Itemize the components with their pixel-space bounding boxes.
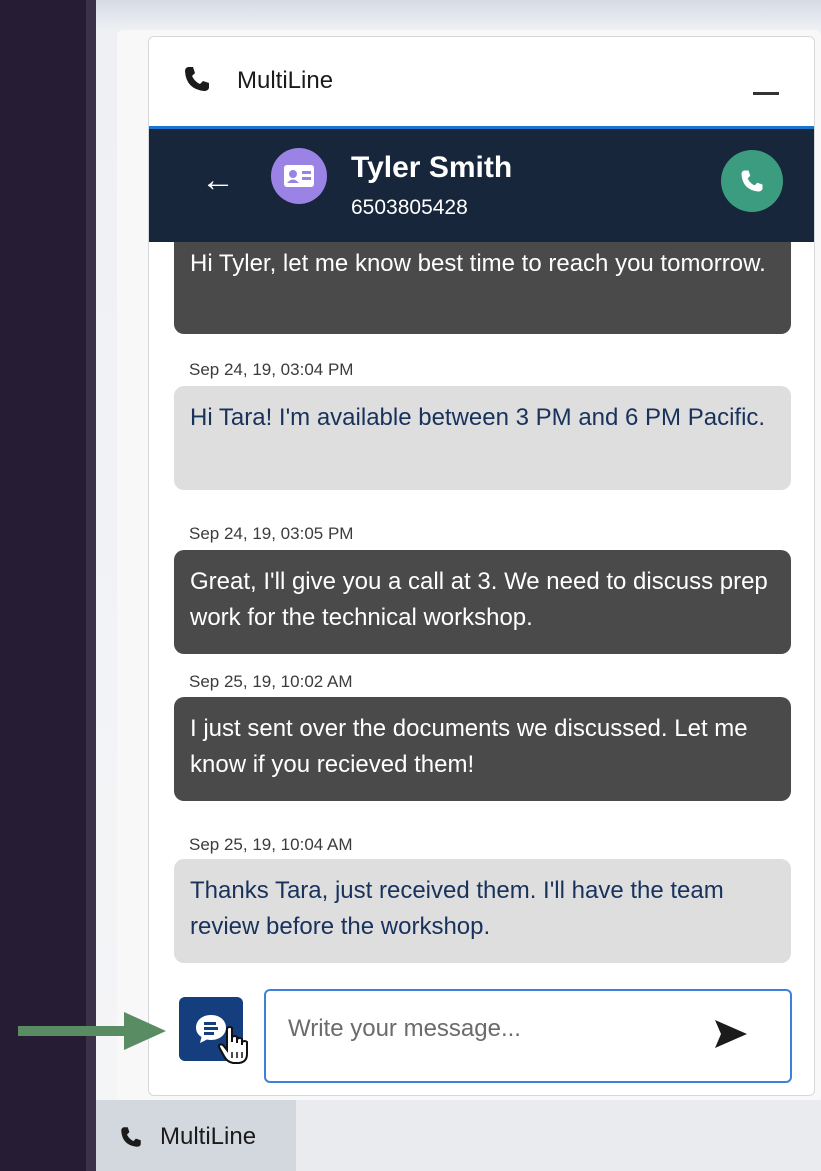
message-timestamp: Sep 25, 19, 10:02 AM — [189, 672, 353, 691]
panel-title: MultiLine — [237, 67, 334, 94]
message-thread[interactable]: Hi Tyler, let me know best time to reach… — [149, 242, 814, 972]
contact-phone-number: 6503805428 — [351, 196, 468, 219]
message-bubble: I just sent over the documents we discus… — [174, 697, 791, 801]
send-icon[interactable] — [711, 1016, 751, 1052]
message-composer — [264, 989, 792, 1083]
panel-header: MultiLine — [149, 37, 814, 127]
phone-icon — [741, 170, 763, 192]
message-bubble: Thanks Tara, just received them. I'll ha… — [174, 859, 791, 963]
message-timestamp: Sep 24, 19, 03:04 PM — [189, 360, 354, 379]
app-sidebar — [0, 0, 92, 1171]
message-input[interactable] — [288, 1009, 688, 1049]
hand-cursor-icon — [217, 1026, 248, 1064]
contact-name: Tyler Smith — [351, 151, 513, 184]
contact-card-icon — [271, 148, 327, 204]
sidebar-edge — [86, 0, 96, 1171]
message-bubble: Hi Tara! I'm available between 3 PM and … — [174, 386, 791, 490]
utility-bar-item-multiline[interactable]: MultiLine — [96, 1100, 296, 1171]
message-bubble: Hi Tyler, let me know best time to reach… — [174, 242, 791, 334]
utility-bar-label: MultiLine — [160, 1123, 257, 1150]
message-timestamp: Sep 24, 19, 03:05 PM — [189, 524, 354, 543]
message-bubble: Great, I'll give you a call at 3. We nee… — [174, 550, 791, 654]
message-timestamp: Sep 25, 19, 10:04 AM — [189, 835, 353, 854]
contact-header: ← Tyler Smith 6503805428 — [149, 126, 814, 242]
multiline-utility-panel: MultiLine ← Tyler Smith 6503805428 Hi Ty… — [148, 36, 815, 1096]
phone-icon — [185, 67, 209, 91]
utility-bar — [296, 1100, 821, 1171]
call-button[interactable] — [721, 150, 783, 212]
back-arrow-icon[interactable]: ← — [201, 163, 235, 197]
pointer-arrow-icon — [18, 1012, 166, 1050]
phone-icon — [121, 1127, 141, 1147]
minimize-icon[interactable] — [753, 92, 779, 95]
